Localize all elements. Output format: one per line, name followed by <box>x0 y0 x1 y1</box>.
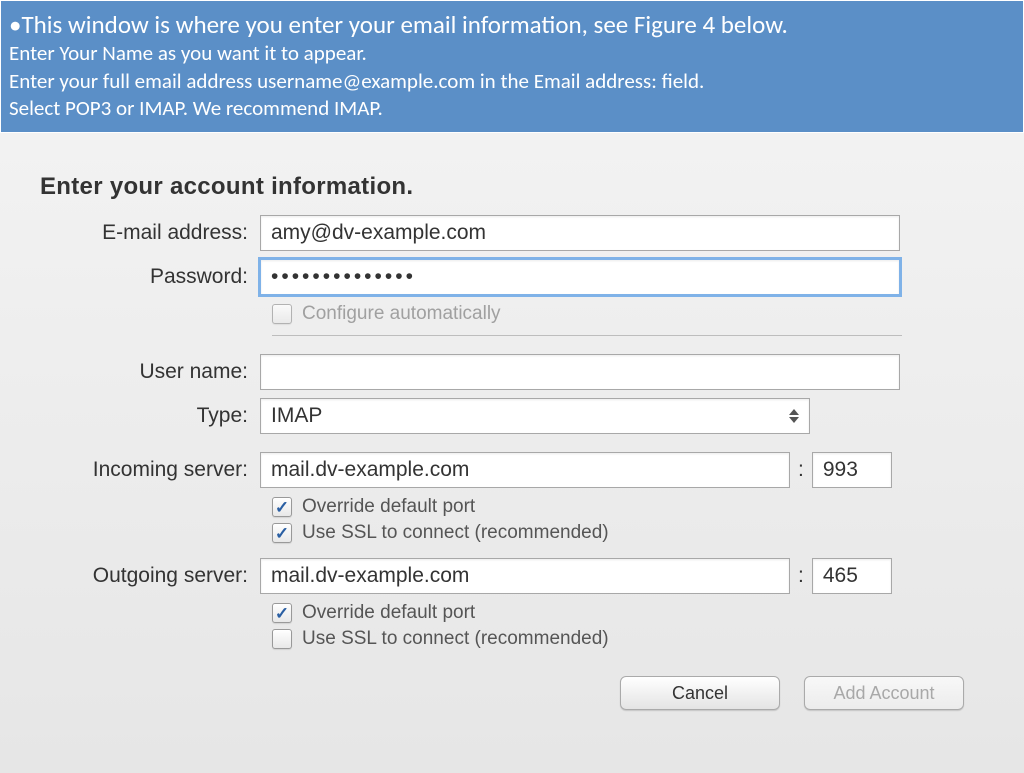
button-row: Cancel Add Account <box>30 676 964 710</box>
incoming-override-label: Override default port <box>302 496 475 518</box>
password-input[interactable] <box>260 259 900 295</box>
incoming-label: Incoming server: <box>30 458 260 482</box>
incoming-ssl-row[interactable]: Use SSL to connect (recommended) <box>272 522 994 544</box>
outgoing-override-row[interactable]: Override default port <box>272 602 994 624</box>
outgoing-override-label: Override default port <box>302 602 475 624</box>
outgoing-ssl-label: Use SSL to connect (recommended) <box>302 628 609 650</box>
configure-auto-label: Configure automatically <box>302 303 501 325</box>
incoming-port-colon: : <box>798 458 804 482</box>
outgoing-port-input[interactable] <box>812 558 892 594</box>
incoming-override-checkbox[interactable] <box>272 497 292 517</box>
outgoing-label: Outgoing server: <box>30 564 260 588</box>
type-value: IMAP <box>271 404 322 428</box>
email-label: E-mail address: <box>30 221 260 245</box>
incoming-ssl-checkbox[interactable] <box>272 523 292 543</box>
divider <box>272 335 902 336</box>
instruction-line-1: •This window is where you enter your ema… <box>9 9 1011 40</box>
password-label: Password: <box>30 265 260 289</box>
incoming-server-input[interactable] <box>260 452 790 488</box>
cancel-button[interactable]: Cancel <box>620 676 780 710</box>
instruction-line-2: Enter Your Name as you want it to appear… <box>9 40 1011 67</box>
instruction-line-3: Enter your full email address username@e… <box>9 68 1011 95</box>
dialog-heading: Enter your account information. <box>40 173 994 201</box>
outgoing-port-colon: : <box>798 564 804 588</box>
instruction-banner: •This window is where you enter your ema… <box>0 0 1024 133</box>
account-setup-dialog: Enter your account information. E-mail a… <box>0 133 1024 773</box>
username-label: User name: <box>30 360 260 384</box>
email-input[interactable] <box>260 215 900 251</box>
outgoing-override-checkbox[interactable] <box>272 603 292 623</box>
select-arrows-icon <box>785 405 803 427</box>
incoming-port-input[interactable] <box>812 452 892 488</box>
configure-auto-checkbox[interactable] <box>272 304 292 324</box>
type-select[interactable]: IMAP <box>260 398 810 434</box>
outgoing-server-input[interactable] <box>260 558 790 594</box>
incoming-override-row[interactable]: Override default port <box>272 496 994 518</box>
instruction-line-4: Select POP3 or IMAP. We recommend IMAP. <box>9 95 1011 122</box>
type-label: Type: <box>30 404 260 428</box>
outgoing-ssl-row[interactable]: Use SSL to connect (recommended) <box>272 628 994 650</box>
outgoing-ssl-checkbox[interactable] <box>272 629 292 649</box>
username-input[interactable] <box>260 354 900 390</box>
configure-auto-row[interactable]: Configure automatically <box>272 303 994 325</box>
incoming-ssl-label: Use SSL to connect (recommended) <box>302 522 609 544</box>
add-account-button[interactable]: Add Account <box>804 676 964 710</box>
